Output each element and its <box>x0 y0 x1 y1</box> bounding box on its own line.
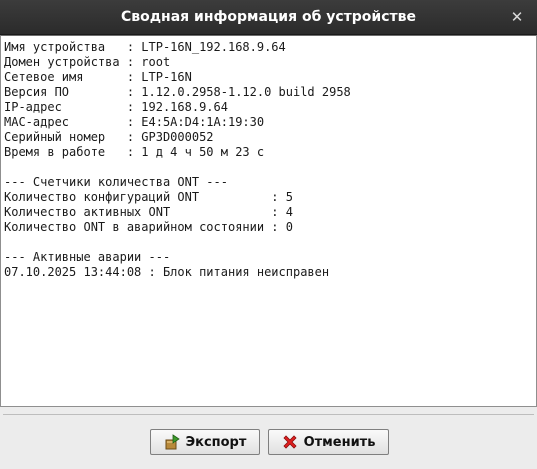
button-bar: Экспорт Отменить <box>0 407 537 469</box>
info-line: Серийный номер : GP3D000052 <box>4 130 214 144</box>
title-bar[interactable]: Сводная информация об устройстве ✕ <box>0 0 537 35</box>
info-line: IP-адрес : 192.168.9.64 <box>4 100 228 114</box>
info-line: MAC-адрес : E4:5A:D4:1A:19:30 <box>4 115 265 129</box>
export-icon <box>164 434 180 450</box>
info-line: Количество конфигураций ONT : 5 <box>4 190 293 204</box>
info-line <box>4 160 533 175</box>
info-line: Количество ONT в аварийном состоянии : 0 <box>4 220 293 234</box>
dialog-title: Сводная информация об устройстве <box>120 9 417 25</box>
info-line <box>4 235 533 250</box>
info-line: 07.10.2025 13:44:08 : Блок питания неисп… <box>4 265 330 279</box>
info-line: Домен устройства : root <box>4 55 171 69</box>
info-text-area[interactable]: Имя устройства : LTP-16N_192.168.9.64 Дом… <box>0 35 537 407</box>
cancel-button[interactable]: Отменить <box>268 429 389 455</box>
divider <box>3 414 534 415</box>
info-line: Время в работе : 1 д 4 ч 50 м 23 с <box>4 145 265 159</box>
close-icon[interactable]: ✕ <box>509 8 525 26</box>
cancel-x-icon <box>282 434 298 450</box>
info-line: --- Активные аварии --- <box>4 250 171 264</box>
info-line: Версия ПО : 1.12.0.2958-1.12.0 build 295… <box>4 85 351 99</box>
device-summary-dialog: Сводная информация об устройстве ✕ Имя у… <box>0 0 537 469</box>
info-text: Имя устройства : LTP-16N_192.168.9.64 Дом… <box>4 40 533 280</box>
export-button-label: Экспорт <box>185 434 247 450</box>
info-line: --- Счетчики количества ONT --- <box>4 175 228 189</box>
export-button[interactable]: Экспорт <box>150 429 260 455</box>
info-line: Количество активных ONT : 4 <box>4 205 293 219</box>
cancel-button-label: Отменить <box>303 434 376 450</box>
info-line: Сетевое имя : LTP-16N <box>4 70 192 84</box>
info-line: Имя устройства : LTP-16N_192.168.9.64 <box>4 40 286 54</box>
